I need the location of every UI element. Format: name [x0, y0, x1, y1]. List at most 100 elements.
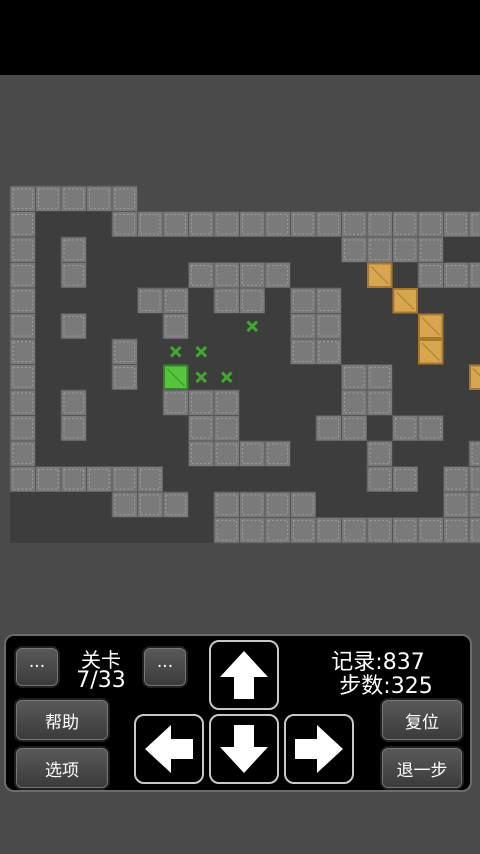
floor-tile: [239, 364, 265, 390]
wall-tile: [188, 211, 215, 238]
wall-tile: [315, 287, 342, 314]
reset-button[interactable]: 复位: [380, 698, 464, 742]
more-right-button[interactable]: ···: [142, 646, 188, 688]
floor-tile: [392, 364, 418, 390]
floor-tile: [137, 237, 163, 263]
wall-tile: [392, 466, 419, 493]
wall-tile: [239, 517, 266, 544]
steps-display: 步数:325: [326, 668, 446, 700]
wall-tile: [111, 364, 138, 391]
help-button[interactable]: 帮助: [14, 698, 110, 742]
floor-tile: [188, 313, 214, 339]
move-up-button[interactable]: [209, 640, 279, 710]
more-left-button[interactable]: ···: [14, 646, 60, 688]
floor-tile: [239, 415, 265, 441]
floor-tile: [392, 390, 418, 416]
floor-tile: [290, 390, 316, 416]
wall-tile: [290, 287, 317, 314]
floor-tile: [86, 441, 112, 467]
floor-tile: [239, 390, 265, 416]
floor-tile: [112, 441, 138, 467]
floor-tile: [239, 339, 265, 365]
floor-tile: [35, 390, 61, 416]
wall-tile: [162, 211, 189, 238]
wall-tile: [290, 211, 317, 238]
wall-tile: [315, 211, 342, 238]
wall-tile: [366, 466, 393, 493]
floor-tile: [61, 492, 87, 518]
wall-tile: [468, 491, 480, 518]
floor-tile: [469, 288, 480, 314]
floor-tile: [265, 237, 291, 263]
wall-tile: [264, 517, 291, 544]
wall-tile: [443, 466, 470, 493]
floor-tile: [418, 390, 444, 416]
move-left-button[interactable]: [134, 714, 204, 784]
floor-tile: [86, 211, 112, 237]
wall-tile: [392, 517, 419, 544]
arrow-left-icon: [145, 725, 193, 773]
wall-tile: [341, 517, 368, 544]
wall-tile: [86, 185, 113, 212]
wall-tile: [9, 338, 36, 365]
wall-tile: [111, 211, 138, 238]
wall-tile: [315, 415, 342, 442]
floor-tile: [443, 339, 469, 365]
wall-tile: [392, 236, 419, 263]
floor-tile: [341, 441, 367, 467]
options-button[interactable]: 选项: [14, 746, 110, 790]
floor-tile: [61, 517, 87, 543]
floor-tile: [214, 339, 240, 365]
wall-tile: [443, 491, 470, 518]
floor-tile: [367, 492, 393, 518]
undo-button[interactable]: 退一步: [380, 746, 464, 790]
wall-tile: [111, 185, 138, 212]
floor-tile: [137, 390, 163, 416]
floor-tile: [86, 288, 112, 314]
floor-tile: [188, 288, 214, 314]
wall-tile: [111, 466, 138, 493]
move-down-button[interactable]: [209, 714, 279, 784]
wall-tile: [137, 491, 164, 518]
floor-tile: [86, 415, 112, 441]
floor-tile: [316, 466, 342, 492]
steps-label: 步数:: [339, 674, 391, 699]
wall-tile: [162, 491, 189, 518]
floor-tile: [265, 313, 291, 339]
floor-tile: [290, 262, 316, 288]
wall-tile: [290, 517, 317, 544]
floor-tile: [392, 339, 418, 365]
floor-tile: [61, 211, 87, 237]
floor-tile: [188, 237, 214, 263]
wall-tile: [213, 415, 240, 442]
wall-tile: [341, 236, 368, 263]
floor-tile: [86, 390, 112, 416]
floor-tile: [112, 262, 138, 288]
floor-tile: [316, 364, 342, 390]
wall-tile: [111, 338, 138, 365]
floor-tile: [239, 237, 265, 263]
floor-tile: [137, 415, 163, 441]
floor-tile: [469, 390, 480, 416]
floor-tile: [341, 339, 367, 365]
wall-tile: [9, 262, 36, 289]
floor-tile: [443, 390, 469, 416]
wall-tile: [9, 389, 36, 416]
floor-tile: [418, 466, 444, 492]
floor-tile: [341, 262, 367, 288]
floor-tile: [163, 262, 189, 288]
wall-tile: [239, 262, 266, 289]
move-right-button[interactable]: [284, 714, 354, 784]
wall-tile: [366, 440, 393, 467]
wall-tile: [417, 211, 444, 238]
floor-tile: [35, 313, 61, 339]
floor-tile: [112, 237, 138, 263]
floor-tile: [469, 339, 480, 365]
floor-tile: [290, 364, 316, 390]
wall-tile: [468, 466, 480, 493]
wall-tile: [366, 389, 393, 416]
wall-tile: [188, 389, 215, 416]
floor-tile: [35, 364, 61, 390]
wall-tile: [417, 517, 444, 544]
floor-tile: [290, 466, 316, 492]
